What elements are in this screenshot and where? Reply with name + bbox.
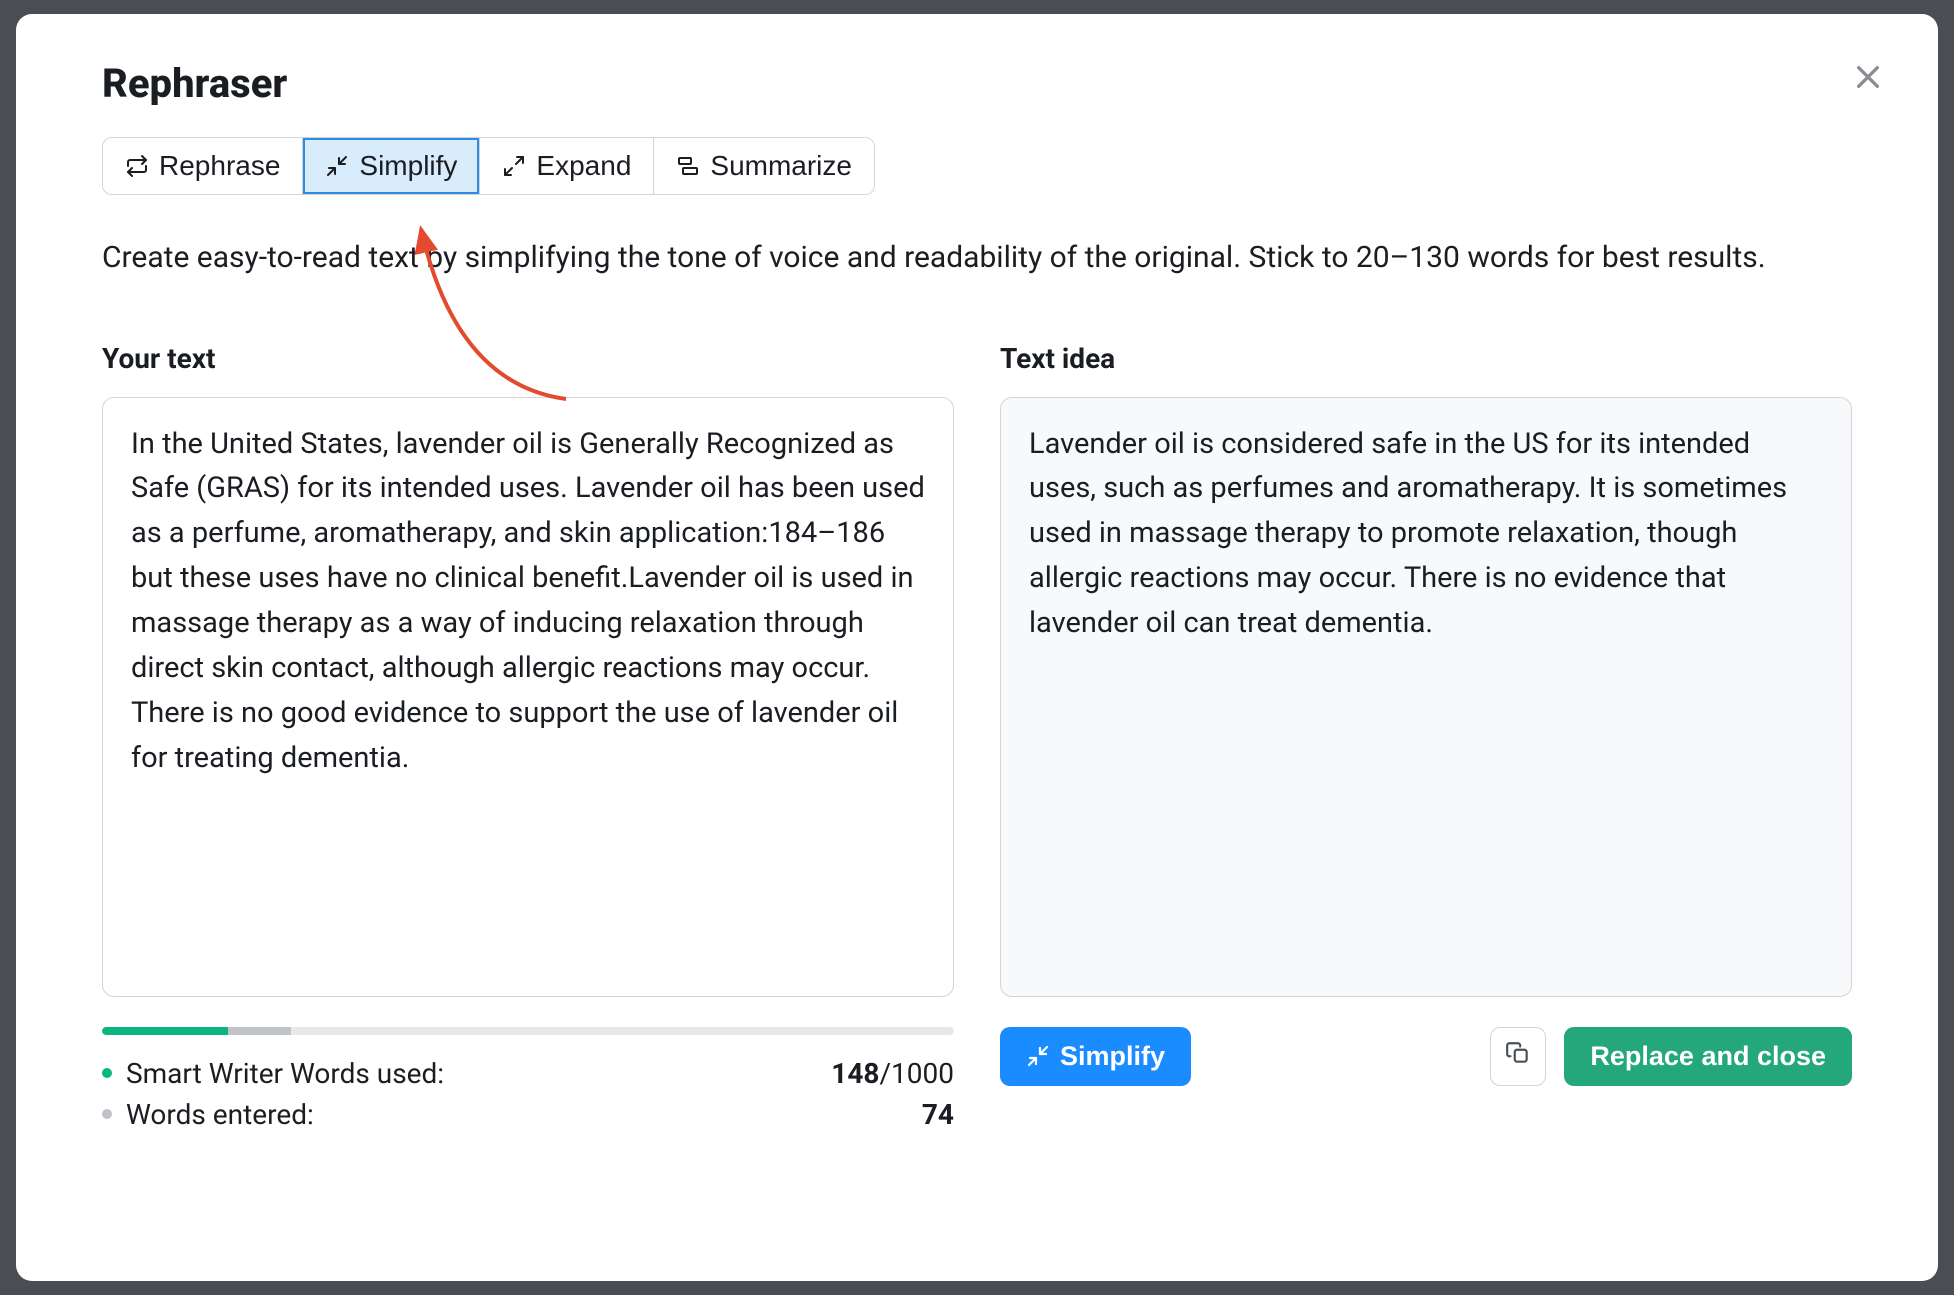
tab-label: Rephrase xyxy=(159,150,280,182)
input-textbox[interactable]: In the United States, lavender oil is Ge… xyxy=(102,397,954,997)
stat-value: 148/1000 xyxy=(831,1057,954,1090)
input-heading: Your text xyxy=(102,342,954,375)
tab-expand[interactable]: Expand xyxy=(480,138,654,194)
simplify-icon xyxy=(325,154,349,178)
input-column: Your text In the United States, lavender… xyxy=(102,342,954,1139)
output-column: Text idea Lavender oil is considered saf… xyxy=(1000,342,1852,1139)
progress-segment-entered xyxy=(228,1027,291,1035)
rephraser-modal: Rephraser Rephrase Simplify xyxy=(16,14,1938,1281)
tab-rephrase[interactable]: Rephrase xyxy=(103,138,303,194)
stat-label: Words entered: xyxy=(126,1098,922,1131)
replace-and-close-button[interactable]: Replace and close xyxy=(1564,1027,1852,1086)
copy-icon xyxy=(1505,1040,1531,1073)
tab-simplify[interactable]: Simplify xyxy=(303,138,480,194)
dot-icon-grey xyxy=(102,1109,112,1119)
output-heading: Text idea xyxy=(1000,342,1852,375)
simplify-button[interactable]: Simplify xyxy=(1000,1027,1191,1086)
button-label: Replace and close xyxy=(1590,1041,1826,1072)
close-icon xyxy=(1852,61,1884,96)
stat-words-entered: Words entered: 74 xyxy=(102,1098,954,1131)
summarize-icon xyxy=(676,154,700,178)
stat-label: Smart Writer Words used: xyxy=(126,1057,831,1090)
tab-label: Summarize xyxy=(710,150,852,182)
copy-button[interactable] xyxy=(1490,1027,1546,1086)
expand-icon xyxy=(502,154,526,178)
output-textbox: Lavender oil is considered safe in the U… xyxy=(1000,397,1852,997)
button-label: Simplify xyxy=(1060,1041,1165,1072)
stat-smart-words: Smart Writer Words used: 148/1000 xyxy=(102,1057,954,1090)
rephrase-icon xyxy=(125,154,149,178)
tab-label: Expand xyxy=(536,150,631,182)
simplify-icon xyxy=(1026,1044,1050,1068)
mode-tabs: Rephrase Simplify Expand xyxy=(102,137,875,195)
tab-label: Simplify xyxy=(359,150,457,182)
mode-description: Create easy-to-read text by simplifying … xyxy=(102,235,1842,282)
tab-summarize[interactable]: Summarize xyxy=(654,138,874,194)
stat-value: 74 xyxy=(922,1098,954,1131)
usage-progress-bar xyxy=(102,1027,954,1035)
modal-title: Rephraser xyxy=(102,60,1852,107)
dot-icon-green xyxy=(102,1068,112,1078)
close-button[interactable] xyxy=(1846,56,1890,100)
progress-segment-used xyxy=(102,1027,228,1035)
